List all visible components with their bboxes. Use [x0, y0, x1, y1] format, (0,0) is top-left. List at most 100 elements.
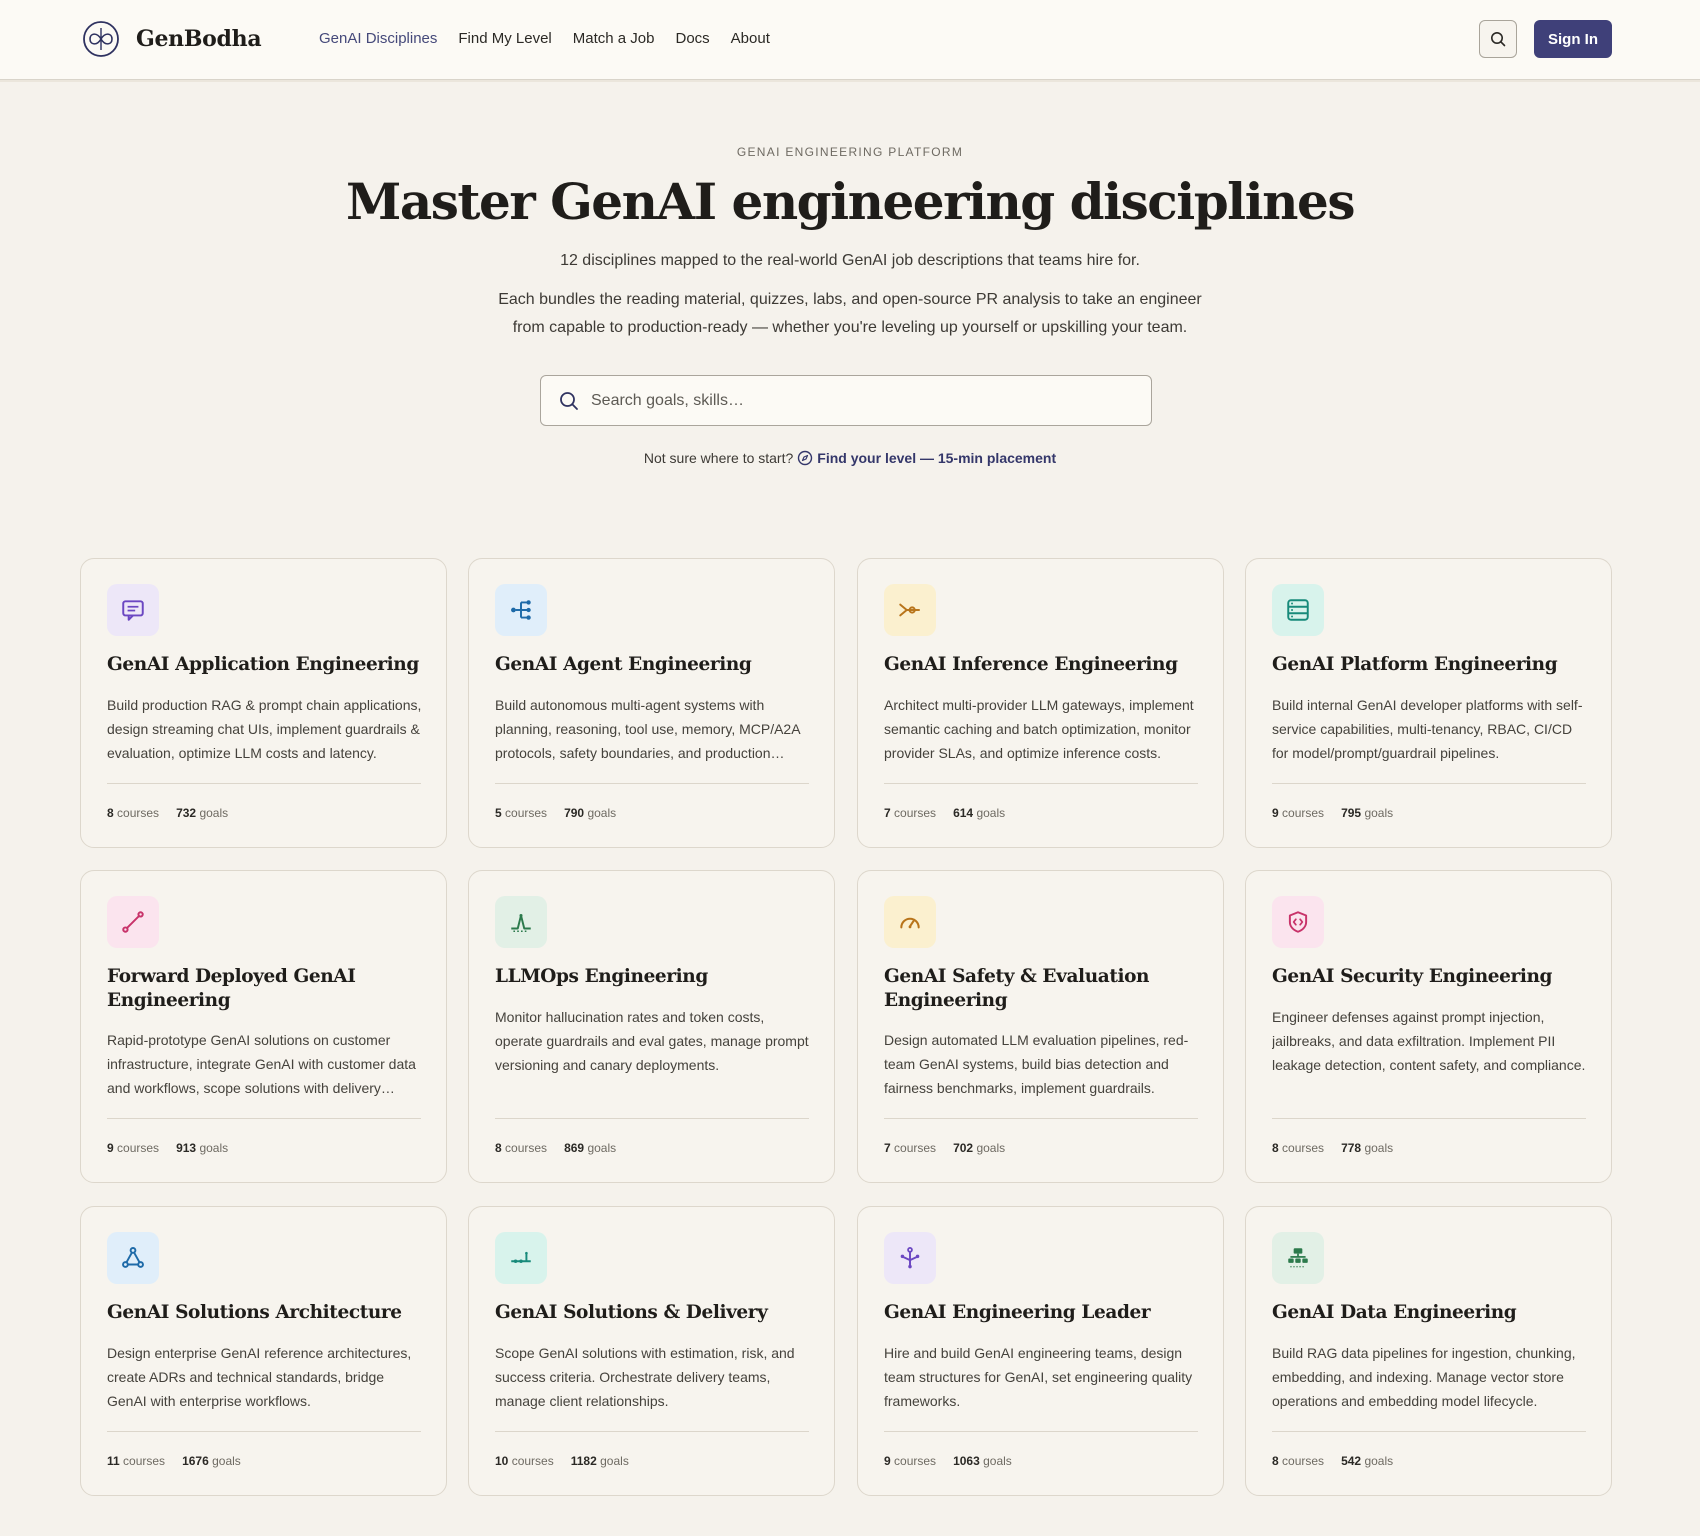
discipline-description: Monitor hallucination rates and token co…: [495, 1009, 809, 1073]
discipline-stats: 11 courses 1676 goals: [107, 1454, 241, 1468]
placement-link[interactable]: Find your level — 15-min placement: [797, 450, 1056, 466]
discipline-title: Forward Deployed GenAI Engineering: [107, 966, 356, 1011]
discipline-icon-tile: [495, 584, 547, 636]
card-divider: [107, 1118, 421, 1119]
goal-count: 702 goals: [953, 1141, 1006, 1155]
discipline-title: LLMOps Engineering: [495, 966, 708, 987]
discipline-stats: 8 courses 732 goals: [107, 806, 228, 820]
discipline-card[interactable]: GenAI Agent Engineering Build autonomous…: [468, 558, 835, 848]
discipline-stats: 7 courses 702 goals: [884, 1141, 1005, 1155]
discipline-icon-tile: [1272, 584, 1324, 636]
hero-subtitle: 12 disciplines mapped to the real-world …: [560, 252, 1140, 269]
course-count: 9 courses: [884, 1454, 937, 1468]
discipline-title: GenAI Platform Engineering: [1272, 654, 1558, 675]
discipline-card[interactable]: GenAI Inference Engineering Architect mu…: [857, 558, 1224, 848]
hero-eyebrow: GENAI ENGINEERING PLATFORM: [736, 145, 964, 159]
goal-count: 1182 goals: [570, 1454, 629, 1468]
card-divider: [107, 783, 421, 784]
placement-prompt: Not sure where to start?: [643, 450, 794, 466]
discipline-title: GenAI Engineering Leader: [884, 1302, 1151, 1323]
search-input[interactable]: [591, 391, 1151, 410]
discipline-stats: 9 courses 1063 goals: [884, 1454, 1012, 1468]
discipline-title: GenAI Safety & Evaluation Engineering: [884, 966, 1150, 1011]
workflow-icon: [511, 600, 531, 620]
discipline-description: Build production RAG & prompt chain appl…: [107, 697, 422, 761]
discipline-icon-tile: [107, 1232, 159, 1284]
nav-link-docs[interactable]: Docs: [675, 30, 709, 47]
discipline-description: Rapid-prototype GenAI solutions on custo…: [107, 1032, 416, 1096]
discipline-description: Build internal GenAI developer platforms…: [1272, 697, 1583, 761]
merge-icon: [899, 603, 920, 617]
sign-in-button[interactable]: Sign In: [1534, 20, 1612, 58]
nav-link-match-a-job[interactable]: Match a Job: [573, 30, 655, 47]
course-count: 8 courses: [495, 1141, 548, 1155]
discipline-icon-tile: [1272, 896, 1324, 948]
card-divider: [884, 783, 1198, 784]
discipline-stats: 10 courses 1182 goals: [495, 1454, 629, 1468]
discipline-stats: 9 courses 795 goals: [1272, 806, 1393, 820]
compass-icon: [798, 450, 813, 466]
goal-count: 1063 goals: [953, 1454, 1012, 1468]
goal-count: 778 goals: [1341, 1141, 1394, 1155]
discipline-card[interactable]: GenAI Security Engineering Engineer defe…: [1245, 870, 1612, 1183]
course-count: 8 courses: [107, 806, 160, 820]
search-icon: [1491, 32, 1506, 47]
card-divider: [884, 1431, 1198, 1432]
brand-logo[interactable]: GenBodha: [82, 20, 262, 58]
discipline-description: Hire and build GenAI engineering teams, …: [884, 1345, 1193, 1409]
discipline-title: GenAI Data Engineering: [1272, 1302, 1517, 1323]
branch-icon: [900, 1247, 920, 1269]
discipline-card[interactable]: LLMOps Engineering Monitor hallucination…: [468, 870, 835, 1183]
network-icon: [122, 1247, 144, 1268]
pulse-icon: [511, 913, 531, 932]
course-count: 10 courses: [495, 1454, 554, 1468]
card-divider: [495, 1118, 809, 1119]
discipline-card[interactable]: GenAI Solutions & Delivery Scope GenAI s…: [468, 1206, 835, 1496]
nav-search-button[interactable]: [1479, 20, 1517, 58]
card-divider: [884, 1118, 1198, 1119]
course-count: 11 courses: [107, 1454, 166, 1468]
card-divider: [495, 1431, 809, 1432]
discipline-icon-tile: [1272, 1232, 1324, 1284]
card-divider: [495, 783, 809, 784]
shield-code-icon: [1288, 911, 1308, 933]
discipline-description: Build RAG data pipelines for ingestion, …: [1272, 1345, 1576, 1409]
goal-count: 1676 goals: [182, 1454, 241, 1468]
discipline-card[interactable]: GenAI Engineering Leader Hire and build …: [857, 1206, 1224, 1496]
message-icon: [122, 600, 144, 621]
goal-count: 790 goals: [564, 806, 617, 820]
discipline-icon-tile: [884, 896, 936, 948]
nav-links: GenAI Disciplines Find My Level Match a …: [319, 30, 770, 47]
gauge-icon: [900, 917, 920, 929]
page-title: Master GenAI engineering disciplines: [346, 172, 1355, 231]
goal-count: 913 goals: [176, 1141, 229, 1155]
timeline-icon: [511, 1251, 531, 1263]
hero-description: Each bundles the reading material, quizz…: [498, 291, 1202, 336]
discipline-description: Design enterprise GenAI reference archit…: [107, 1345, 412, 1409]
discipline-stats: 5 courses 790 goals: [495, 806, 616, 820]
discipline-stats: 8 courses 542 goals: [1272, 1454, 1393, 1468]
discipline-stats: 8 courses 778 goals: [1272, 1141, 1393, 1155]
course-count: 8 courses: [1272, 1454, 1325, 1468]
discipline-card[interactable]: GenAI Solutions Architecture Design ente…: [80, 1206, 447, 1496]
discipline-title: GenAI Application Engineering: [107, 654, 419, 675]
discipline-card[interactable]: GenAI Data Engineering Build RAG data pi…: [1245, 1206, 1612, 1496]
goal-count: 542 goals: [1341, 1454, 1394, 1468]
discipline-title: GenAI Security Engineering: [1272, 966, 1553, 987]
nav-link-find-my-level[interactable]: Find My Level: [458, 30, 551, 47]
discipline-icon-tile: [884, 1232, 936, 1284]
discipline-card[interactable]: Forward Deployed GenAI Engineering Rapid…: [80, 870, 447, 1183]
nav-link-about[interactable]: About: [731, 30, 770, 47]
goal-count: 614 goals: [953, 806, 1006, 820]
discipline-card[interactable]: GenAI Application Engineering Build prod…: [80, 558, 447, 848]
discipline-stats: 9 courses 913 goals: [107, 1141, 228, 1155]
course-count: 9 courses: [1272, 806, 1325, 820]
brand-name: GenBodha: [136, 26, 262, 52]
placement-link-label: Find your level — 15-min placement: [817, 450, 1057, 466]
discipline-description: Scope GenAI solutions with estimation, r…: [495, 1345, 795, 1409]
discipline-icon-tile: [495, 896, 547, 948]
discipline-card[interactable]: GenAI Safety & Evaluation Engineering De…: [857, 870, 1224, 1183]
discipline-card[interactable]: GenAI Platform Engineering Build interna…: [1245, 558, 1612, 848]
search-bar[interactable]: [540, 375, 1152, 426]
nav-link-disciplines[interactable]: GenAI Disciplines: [319, 30, 437, 47]
